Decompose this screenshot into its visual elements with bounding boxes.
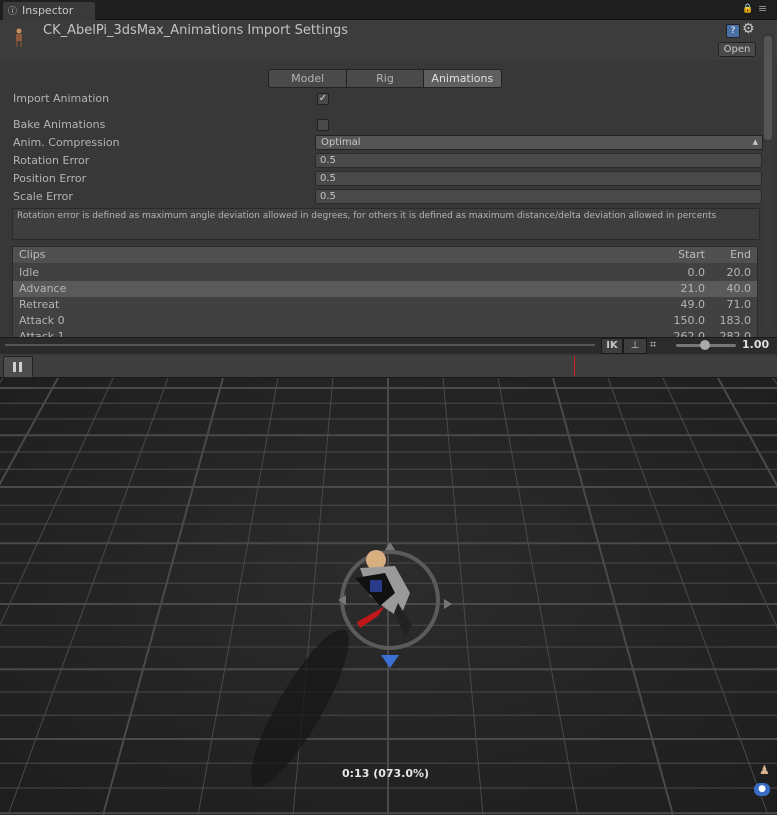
lock-icon[interactable]: 🔒 xyxy=(742,4,753,14)
position-error-field[interactable]: 0.5 xyxy=(315,171,762,186)
timeline-bar[interactable] xyxy=(0,355,777,378)
tab-inspector-label: Inspector xyxy=(22,4,74,17)
bake-animations-label: Bake Animations xyxy=(13,118,106,131)
pause-icon xyxy=(13,362,22,372)
clip-name: Retreat xyxy=(19,298,60,311)
clips-table: Clips Start End Idle 0.0 20.0 Advance 21… xyxy=(12,246,758,338)
info-icon: ⓘ xyxy=(8,7,18,17)
clip-start: 49.0 xyxy=(680,298,706,311)
clips-header-end: End xyxy=(730,248,751,261)
clip-name: Idle xyxy=(19,266,40,279)
help-icon[interactable]: ? xyxy=(726,24,740,38)
clip-end: 71.0 xyxy=(726,298,752,311)
pause-button[interactable] xyxy=(3,356,33,378)
clips-header-name: Clips xyxy=(19,248,46,261)
clip-end: 20.0 xyxy=(726,266,752,279)
scrollbar-thumb[interactable] xyxy=(764,36,772,140)
import-animation-checkbox[interactable]: ✓ xyxy=(317,93,329,105)
panel-menu-icon[interactable]: ≡ xyxy=(758,2,767,15)
rotation-error-label: Rotation Error xyxy=(13,154,90,167)
clips-header: Clips Start End xyxy=(13,247,757,263)
position-error-label: Position Error xyxy=(13,172,87,185)
scale-error-label: Scale Error xyxy=(13,190,73,203)
clip-row[interactable]: Idle 0.0 20.0 xyxy=(13,265,757,281)
importer-tabs: Model Rig Animations xyxy=(268,69,502,88)
rotation-error-field[interactable]: 0.5 xyxy=(315,153,762,168)
playback-speed-icon: ⌗ xyxy=(650,338,657,351)
time-readout: 0:13 (073.0%) xyxy=(342,767,430,780)
gear-icon[interactable]: ⚙ xyxy=(742,21,755,37)
open-button[interactable]: Open xyxy=(718,42,756,57)
tag-icon[interactable]: ● xyxy=(754,783,770,796)
pivot-toggle-button[interactable]: ⊥ xyxy=(623,338,647,354)
scale-error-field[interactable]: 0.5 xyxy=(315,189,762,204)
clip-end: 40.0 xyxy=(726,282,752,295)
asset-title: CK_AbelPi_3dsMax_Animations Import Setti… xyxy=(43,23,348,38)
clip-end: 183.0 xyxy=(719,314,752,327)
compression-help-box: Rotation error is defined as maximum ang… xyxy=(12,208,760,240)
speed-slider-thumb[interactable] xyxy=(700,340,710,350)
preview-resize-handle[interactable] xyxy=(5,344,595,346)
bake-animations-checkbox[interactable] xyxy=(317,119,329,131)
avatar-icon[interactable]: ♟ xyxy=(759,763,770,777)
clips-header-start: Start xyxy=(678,248,705,261)
ik-toggle-button[interactable]: IK xyxy=(601,338,623,354)
clip-row[interactable]: Retreat 49.0 71.0 xyxy=(13,297,757,313)
anim-compression-value: Optimal xyxy=(321,137,361,148)
tab-model[interactable]: Model xyxy=(269,70,348,87)
clip-row-selected[interactable]: Advance 21.0 40.0 xyxy=(13,281,757,297)
anim-compression-label: Anim. Compression xyxy=(13,136,120,149)
character-asset-icon xyxy=(16,28,22,47)
tab-animations[interactable]: Animations xyxy=(423,70,501,87)
tab-inspector[interactable]: ⓘ Inspector xyxy=(2,1,96,20)
clip-name: Advance xyxy=(19,282,67,295)
window-tab-bar xyxy=(0,0,777,20)
tab-rig[interactable]: Rig xyxy=(347,70,424,87)
clip-name: Attack 0 xyxy=(19,314,65,327)
anim-compression-dropdown[interactable]: Optimal ▲ xyxy=(315,135,763,150)
clip-row[interactable]: Attack 0 150.0 183.0 xyxy=(13,313,757,329)
clip-start: 0.0 xyxy=(687,266,706,279)
clip-start: 150.0 xyxy=(673,314,706,327)
import-animation-label: Import Animation xyxy=(13,92,110,105)
dropdown-arrow-icon: ▲ xyxy=(752,138,758,146)
preview-viewport[interactable] xyxy=(0,378,777,815)
viewport-canvas xyxy=(0,378,777,815)
speed-value: 1.00 xyxy=(742,338,770,351)
clip-start: 21.0 xyxy=(680,282,706,295)
timeline-playhead[interactable] xyxy=(574,356,575,376)
